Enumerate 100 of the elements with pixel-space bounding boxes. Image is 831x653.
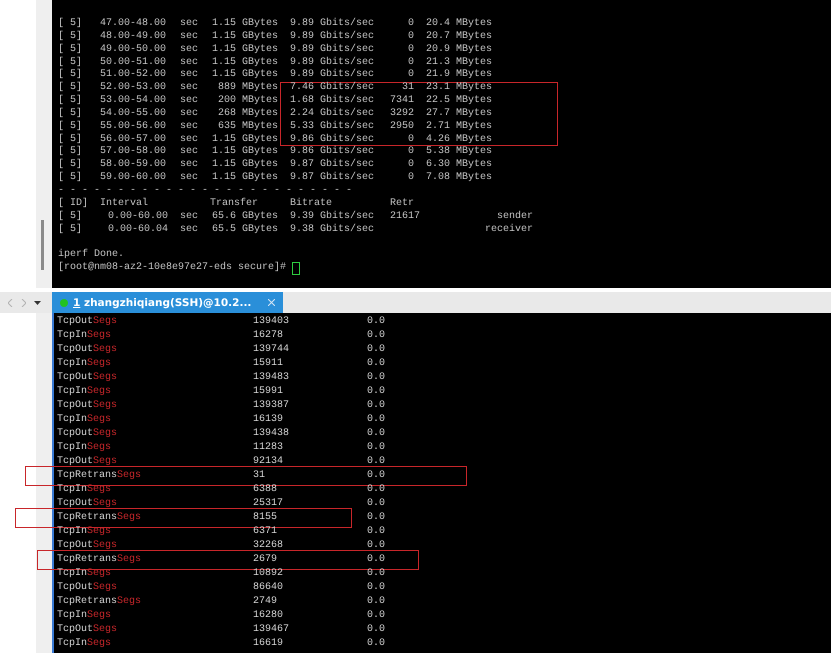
unit: sec: [180, 82, 200, 96]
interval: 55.00-56.00: [100, 120, 168, 134]
counter-value: 139467: [253, 623, 290, 637]
stream-id: [ 5]: [58, 82, 84, 94]
counter-rate: 0.0: [367, 413, 386, 427]
bitrate: 5.33 Gbits/sec: [280, 120, 380, 134]
close-icon[interactable]: [268, 299, 276, 306]
counter-rate: 0.0: [367, 357, 386, 371]
counter-value: 11283: [253, 441, 284, 455]
interval: 59.00-60.00: [100, 172, 168, 185]
congestion-window: 20.7 MBytes: [414, 30, 558, 44]
interval: 57.00-58.00: [100, 146, 168, 159]
counter-rate: 0.0: [367, 595, 386, 609]
transfer: 1.15 GBytes: [210, 18, 279, 31]
congestion-window: 20.4 MBytes: [414, 18, 558, 31]
transfer: 1.15 GBytes: [210, 44, 279, 57]
counter-value: 15911: [253, 357, 284, 371]
retransmits: 31: [380, 82, 414, 96]
counter-rate: 0.0: [367, 469, 386, 483]
counter-name: TcpOutSegs: [57, 427, 118, 441]
unit: sec: [180, 120, 200, 134]
stream-id: [ 5]: [58, 95, 84, 108]
congestion-window: 21.3 MBytes: [414, 56, 558, 70]
retransmits: 0: [406, 56, 414, 70]
bitrate: 1.68 Gbits/sec: [280, 95, 380, 108]
stream-id: [ 5]: [58, 69, 84, 82]
counter-rate: 0.0: [367, 623, 386, 637]
counter-value: 139438: [253, 427, 290, 441]
session-tab[interactable]: 1 zhangzhiqiang(SSH)@10.2...: [52, 292, 284, 313]
counter-value: 10892: [253, 567, 284, 581]
scrollbar-thumb[interactable]: [41, 220, 44, 270]
retransmits: 21617: [389, 210, 422, 224]
counter-value: 139387: [253, 399, 290, 413]
counter-name: TcpOutSegs: [57, 539, 118, 553]
bitrate: 9.87 Gbits/sec: [289, 172, 376, 185]
bitrate: 7.46 Gbits/sec: [280, 82, 380, 96]
counter-rate: 0.0: [367, 553, 386, 567]
retransmits: 0: [380, 134, 414, 146]
counter-name: TcpOutSegs: [57, 623, 118, 637]
congestion-window: 5.38 MBytes: [414, 146, 558, 160]
stream-id: [ 5]: [58, 56, 84, 68]
congestion-window: 21.9 MBytes: [414, 69, 558, 82]
bitrate: 9.89 Gbits/sec: [289, 30, 376, 44]
stream-id: [ 5]: [58, 120, 84, 134]
counter-rate: 0.0: [367, 441, 386, 455]
unit: sec: [180, 159, 200, 172]
retransmits: 0: [406, 69, 414, 82]
bitrate: 9.38 Gbits/sec: [289, 224, 376, 236]
unit: sec: [180, 44, 200, 57]
role: receiver: [484, 224, 533, 236]
counter-rate: 0.0: [367, 455, 386, 469]
transfer: 1.15 GBytes: [210, 30, 279, 44]
counter-rate: 0.0: [367, 497, 386, 511]
transfer: 1.15 GBytes: [210, 159, 279, 172]
interval: 49.00-50.00: [100, 44, 168, 57]
counter-rate: 0.0: [367, 567, 386, 581]
counter-name: TcpInSegs: [57, 413, 112, 427]
interval: 58.00-59.00: [100, 159, 168, 172]
counter-value: 32268: [253, 539, 284, 553]
congestion-window: 4.26 MBytes: [414, 134, 558, 146]
counter-value: 16278: [253, 329, 284, 343]
counter-name: TcpOutSegs: [57, 315, 118, 329]
interval: 50.00-51.00: [100, 56, 168, 69]
bitrate: 9.89 Gbits/sec: [289, 56, 376, 68]
separator-line: - - - - - - - - - - - - - - - - - - - - - - - - -: [58, 184, 354, 198]
transfer: 1.15 GBytes: [210, 56, 279, 69]
counter-rate: 0.0: [367, 343, 386, 357]
counter-rate: 0.0: [367, 483, 386, 497]
counter-rate: 0.0: [367, 637, 386, 651]
column-header: Bitrate: [289, 198, 334, 210]
transfer: 1.15 GBytes: [210, 69, 279, 82]
stream-id: [ 5]: [58, 44, 84, 56]
interval: 48.00-49.00: [100, 30, 168, 44]
counter-value: 6388: [253, 483, 278, 497]
counter-rate: 0.0: [367, 581, 386, 595]
counter-name: TcpRetransSegs: [57, 469, 142, 483]
stream-id: [ 5]: [58, 146, 84, 158]
transfer: 635 MBytes: [216, 120, 279, 134]
interval: 54.00-55.00: [100, 108, 168, 121]
interval: 56.00-57.00: [100, 134, 168, 146]
counter-value: 2679: [253, 553, 278, 567]
interval: 47.00-48.00: [100, 18, 168, 31]
dropdown-caret-icon[interactable]: [34, 300, 41, 304]
bitrate: 9.86 Gbits/sec: [289, 146, 376, 158]
unit: sec: [180, 18, 200, 31]
counter-value: 92134: [253, 455, 284, 469]
unit: sec: [180, 146, 200, 160]
stream-id: [ 5]: [58, 224, 84, 236]
counter-value: 2749: [253, 595, 278, 609]
retransmits: 0: [406, 30, 414, 44]
congestion-window: 7.08 MBytes: [414, 172, 558, 185]
stream-id: [ 5]: [58, 18, 84, 30]
counter-rate: 0.0: [367, 385, 386, 399]
transfer: 65.5 GBytes: [210, 224, 279, 236]
counter-value: 31: [253, 469, 266, 483]
counter-value: 139403: [253, 315, 290, 329]
counter-name: TcpInSegs: [57, 329, 112, 343]
transfer: 1.15 GBytes: [210, 172, 279, 185]
counter-name: TcpOutSegs: [57, 581, 118, 595]
counter-value: 16139: [253, 413, 284, 427]
